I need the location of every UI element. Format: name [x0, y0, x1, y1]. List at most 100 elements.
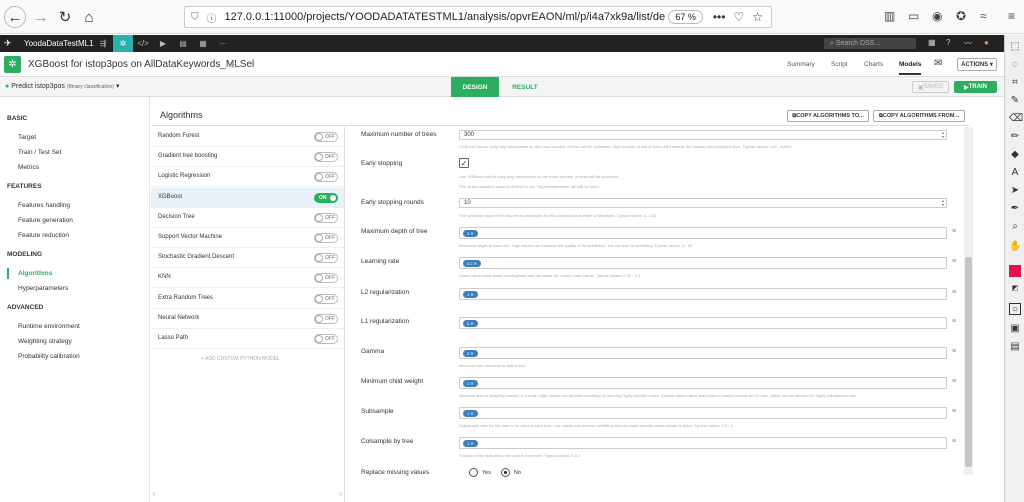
algorithm-row[interactable]: Stochastic Gradient Descent OFF: [151, 248, 344, 269]
value-chip[interactable]: 1 ✕: [463, 380, 478, 387]
algorithm-toggle[interactable]: OFF: [314, 152, 338, 163]
settings-scrollbar[interactable]: [964, 127, 973, 475]
horizontal-scrollbar[interactable]: ‹ ›: [151, 491, 344, 499]
l2-input[interactable]: 1 ✕: [459, 288, 947, 300]
tab-summary[interactable]: Summary: [787, 61, 815, 68]
forward-arrow-icon[interactable]: →: [30, 6, 52, 28]
algorithm-row[interactable]: Gradient tree boosting OFF: [151, 147, 344, 168]
tab-result[interactable]: RESULT: [500, 77, 550, 97]
more-nav-icon[interactable]: ···: [213, 35, 233, 52]
train-button[interactable]: ▶ TRAIN: [954, 81, 997, 93]
sidebar-item-runtime[interactable]: Runtime environment: [18, 323, 80, 330]
home-icon[interactable]: ⌂: [78, 6, 100, 28]
sidebar-item-algorithms[interactable]: Algorithms: [18, 270, 52, 277]
pocket-icon[interactable]: ♡: [733, 10, 744, 24]
image-icon[interactable]: ▣: [1009, 323, 1021, 335]
activity-icon[interactable]: 〰: [964, 38, 972, 49]
algorithm-row[interactable]: Neural Network OFF: [151, 309, 344, 329]
account-icon[interactable]: ◉: [932, 9, 942, 23]
replace-missing-yes-radio[interactable]: [469, 468, 478, 477]
tab-script[interactable]: Script: [831, 61, 848, 68]
lab-icon[interactable]: ✲: [113, 35, 133, 52]
list-menu-icon[interactable]: ≡: [952, 228, 956, 235]
list-menu-icon[interactable]: ≡: [952, 438, 956, 445]
sidebar-item-weighting[interactable]: Weighting strategy: [18, 338, 72, 345]
algorithm-row[interactable]: Decision Tree OFF: [151, 208, 344, 228]
wiki-icon[interactable]: ▦: [193, 35, 213, 52]
min-child-input[interactable]: 1 ✕: [459, 377, 947, 389]
value-chip[interactable]: 3 ✕: [463, 230, 478, 237]
sidebar-item-feature-generation[interactable]: Feature generation: [18, 217, 73, 224]
predict-selector[interactable]: ● Predict istop3pos (Binary classificati…: [5, 82, 120, 90]
dashboard-icon[interactable]: ▤: [173, 35, 193, 52]
value-chip[interactable]: 0.2 ✕: [463, 260, 482, 267]
add-custom-model-button[interactable]: + ADD CUSTOM PYTHON MODEL: [201, 356, 280, 362]
l1-input[interactable]: 0 ✕: [459, 317, 947, 329]
sidebar-item-metrics[interactable]: Metrics: [18, 164, 39, 171]
shape-icon[interactable]: ○: [1009, 303, 1021, 315]
discussion-icon[interactable]: ✉: [934, 58, 942, 69]
tab-charts[interactable]: Charts: [864, 61, 883, 68]
url-bar[interactable]: ⛉ ⓘ 127.0.0.1:11000/projects/YOODADATATE…: [184, 6, 772, 28]
learning-rate-input[interactable]: 0.2 ✕: [459, 257, 947, 269]
crop-icon[interactable]: ⌗: [1009, 77, 1021, 89]
extension2-icon[interactable]: ≈: [980, 9, 987, 23]
dataiku-logo-icon[interactable]: ✈: [4, 38, 12, 49]
tab-models[interactable]: Models: [899, 61, 922, 75]
pointer-icon[interactable]: ➤: [1009, 185, 1021, 197]
gamma-input[interactable]: 0 ✕: [459, 347, 947, 359]
algorithm-row[interactable]: XGBoost ON: [151, 187, 344, 208]
algorithm-toggle[interactable]: OFF: [314, 253, 338, 264]
scroll-left-icon[interactable]: ‹: [153, 491, 155, 498]
library-icon[interactable]: ▥: [884, 9, 895, 23]
copy-algorithms-from-button[interactable]: ⧉ COPY ALGORITHMS FROM...: [873, 110, 965, 122]
algorithm-toggle[interactable]: OFF: [314, 273, 338, 284]
max-depth-input[interactable]: 3 ✕: [459, 227, 947, 239]
layers-icon[interactable]: ▤: [1009, 341, 1021, 353]
apps-grid-icon[interactable]: ▦: [928, 38, 936, 47]
sidebar-icon[interactable]: ▭: [908, 9, 919, 23]
project-name[interactable]: YoodaDataTestML1: [24, 39, 94, 48]
select-rect-icon[interactable]: ⬚: [1009, 41, 1021, 53]
drop-icon[interactable]: ◆: [1009, 149, 1021, 161]
copy-algorithms-to-button[interactable]: ⧉ COPY ALGORITHMS TO...: [787, 110, 869, 122]
more-icon[interactable]: •••: [713, 10, 726, 24]
hand-icon[interactable]: ✋: [1009, 241, 1021, 253]
algorithm-toggle[interactable]: ON: [314, 192, 338, 203]
pencil-icon[interactable]: ✏: [1009, 131, 1021, 143]
edit-icon[interactable]: ◎: [229, 59, 237, 70]
url-text[interactable]: 127.0.0.1:11000/projects/YOODADATATESTML…: [225, 11, 669, 23]
algorithm-row[interactable]: Random Forest OFF: [151, 127, 344, 147]
menu-icon[interactable]: ≡: [1008, 9, 1015, 23]
sidebar-item-calibration[interactable]: Probability calibration: [18, 353, 80, 360]
extension-icon[interactable]: ✪: [956, 9, 966, 23]
dss-search-input[interactable]: ⌕ Search DSS...: [824, 38, 916, 49]
sidebar-item-feature-reduction[interactable]: Feature reduction: [18, 232, 69, 239]
spinner-icon[interactable]: ▴ ▾: [942, 199, 944, 207]
value-chip[interactable]: 0 ✕: [463, 350, 478, 357]
list-menu-icon[interactable]: ≡: [952, 348, 956, 355]
early-stopping-checkbox[interactable]: ✓: [459, 158, 469, 168]
algorithm-row[interactable]: Support Vector Machine OFF: [151, 228, 344, 248]
sidebar-item-hyperparameters[interactable]: Hyperparameters: [18, 285, 68, 292]
scrollbar-thumb[interactable]: [965, 257, 972, 467]
list-menu-icon[interactable]: ≡: [952, 258, 956, 265]
algorithm-toggle[interactable]: OFF: [314, 132, 338, 142]
spinner-icon[interactable]: ▴ ▾: [942, 131, 944, 139]
subsample-input[interactable]: 1 ✕: [459, 407, 947, 419]
algorithm-toggle[interactable]: OFF: [314, 334, 338, 344]
colsample-input[interactable]: 1 ✕: [459, 437, 947, 449]
lasso-icon[interactable]: ◌: [1009, 59, 1021, 71]
list-menu-icon[interactable]: ≡: [952, 289, 956, 296]
value-chip[interactable]: 1 ✕: [463, 410, 478, 417]
pen-icon[interactable]: ✒: [1009, 203, 1021, 215]
help-icon[interactable]: ?: [946, 38, 950, 47]
replace-missing-no-radio[interactable]: [501, 468, 510, 477]
algorithm-toggle[interactable]: OFF: [314, 212, 338, 223]
max-trees-input[interactable]: 300 ▴ ▾: [459, 130, 947, 140]
value-chip[interactable]: 0 ✕: [463, 320, 478, 327]
sidebar-item-train-test[interactable]: Train / Test Set: [18, 149, 61, 156]
zoom-icon[interactable]: ⌕: [1009, 221, 1021, 233]
algorithm-row[interactable]: Logistic Regression OFF: [151, 167, 344, 188]
algorithm-row[interactable]: Extra Random Trees OFF: [151, 289, 344, 309]
